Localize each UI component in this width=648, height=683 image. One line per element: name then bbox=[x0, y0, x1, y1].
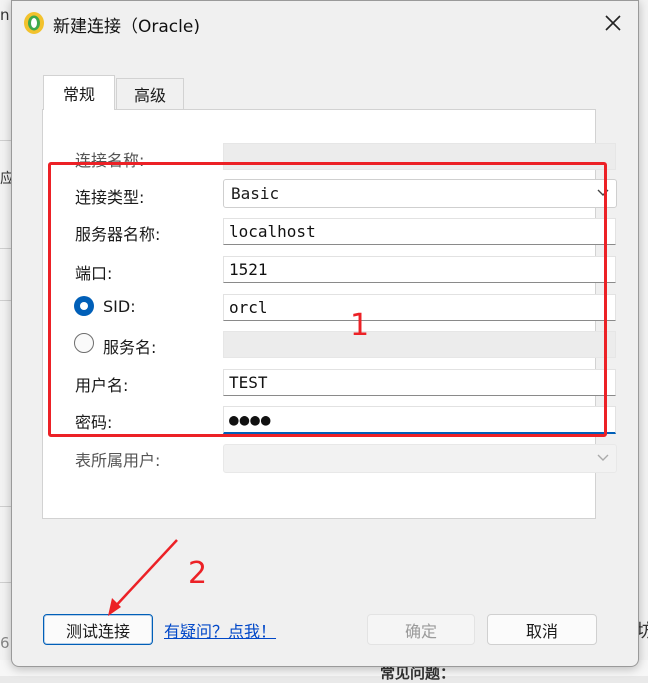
test-connection-button[interactable]: 测试连接 bbox=[43, 614, 153, 645]
table-owner-label: 表所属用户: bbox=[75, 451, 161, 470]
ok-button[interactable]: 确定 bbox=[367, 614, 475, 645]
help-link[interactable]: 有疑问？点我！ bbox=[164, 618, 276, 642]
table-owner-select[interactable] bbox=[223, 444, 617, 473]
background-text: 6 bbox=[0, 634, 10, 652]
title-bar[interactable]: 新建连接（Oracle) bbox=[12, 1, 638, 45]
tab-advanced[interactable]: 高级 bbox=[116, 78, 184, 109]
annotation-label-2: 2 bbox=[188, 556, 208, 591]
dialog-title: 新建连接（Oracle) bbox=[53, 17, 200, 37]
annotation-label-1: 1 bbox=[350, 308, 370, 343]
annotation-box bbox=[48, 162, 607, 437]
chevron-down-icon bbox=[597, 454, 609, 461]
navicat-app-icon bbox=[22, 11, 46, 35]
tab-general[interactable]: 常规 bbox=[43, 75, 115, 110]
close-icon[interactable] bbox=[596, 7, 630, 39]
background-text: n bbox=[0, 6, 10, 24]
cancel-button[interactable]: 取消 bbox=[487, 614, 597, 645]
